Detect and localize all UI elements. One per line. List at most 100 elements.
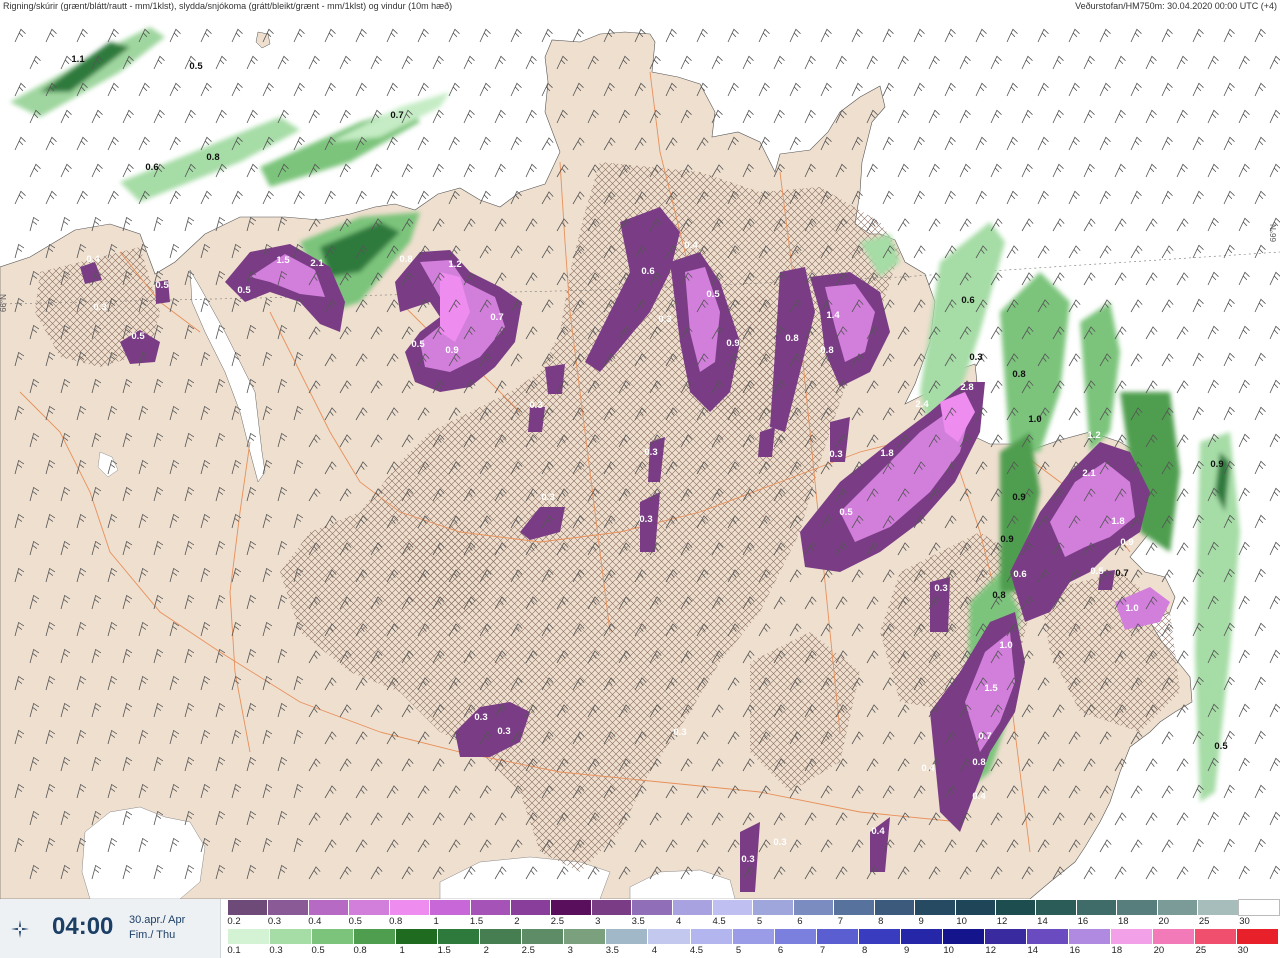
snow-swatch bbox=[1036, 900, 1077, 915]
snow-tick-label: 20 bbox=[1158, 916, 1170, 927]
snow-tick-label: 16 bbox=[1077, 916, 1089, 927]
precip-value-label: 1.2 bbox=[448, 259, 461, 270]
snow-swatch bbox=[955, 900, 997, 915]
precip-value-label: 0.8 bbox=[399, 254, 412, 265]
snow-swatch bbox=[915, 900, 956, 915]
precip-value-label: 0.7 bbox=[978, 731, 991, 742]
rain-swatch bbox=[606, 929, 649, 944]
time-panel: 04:00 30.apr./ Apr Fim./ Thu bbox=[0, 899, 221, 958]
rain-swatch bbox=[984, 929, 1027, 944]
snow-tick-label: 0.4 bbox=[308, 916, 322, 927]
snow-swatch bbox=[308, 900, 350, 915]
rain-swatch bbox=[396, 929, 439, 944]
precip-value-label: 2.4 bbox=[915, 399, 929, 410]
snow-swatch bbox=[430, 900, 471, 915]
precip-value-label: 0.6 bbox=[1013, 569, 1026, 580]
snow-tick-label: 10 bbox=[956, 916, 967, 927]
precip-value-label: 0.3 bbox=[644, 447, 657, 458]
rain-legend: 0.1 0.3 0.5 0.8 1 1.5 2 2.5 3 3.5 4 4.5 5 6 7 8 9 10 12 14 1… bbox=[227, 929, 1280, 957]
precip-value-label: 0.4 bbox=[921, 763, 935, 774]
rain-tick-label: 4 bbox=[651, 945, 658, 956]
snow-swatch bbox=[672, 900, 714, 915]
latitude-label: 66°N bbox=[0, 294, 8, 312]
bottom-panel: 04:00 30.apr./ Apr Fim./ Thu 0.2 0.3 0.4 0.… bbox=[0, 899, 1280, 958]
snow-swatch bbox=[1076, 900, 1118, 915]
snow-swatch bbox=[349, 900, 390, 915]
snow-tick-label: 0.5 bbox=[348, 916, 362, 927]
compass-spinner-icon[interactable] bbox=[8, 917, 32, 941]
snow-tick-label: 7 bbox=[837, 916, 843, 927]
precip-value-label: 0.6 bbox=[145, 162, 158, 173]
precip-value-label: 0.5 bbox=[839, 507, 853, 518]
header-bar: Rigning/skúrir (grænt/blátt/rautt - mm/1… bbox=[0, 0, 1280, 12]
snow-swatch bbox=[389, 900, 431, 915]
precip-value-label: 2.8 bbox=[960, 382, 973, 393]
precip-value-label: 0.3 bbox=[658, 314, 671, 325]
rain-swatch bbox=[312, 929, 355, 944]
rain-swatch bbox=[228, 929, 271, 944]
rain-tick-label: 6 bbox=[777, 945, 784, 956]
precip-value-label: 0.3 bbox=[639, 514, 652, 525]
rain-tick-label: 30 bbox=[1237, 945, 1249, 956]
snow-tick-label: 1 bbox=[433, 916, 439, 927]
precip-value-label: 0.9 bbox=[1120, 537, 1133, 548]
precip-value-label: 1.1 bbox=[71, 54, 85, 65]
precip-value-label: 0.5 bbox=[1090, 566, 1104, 577]
rain-tick-label: 18 bbox=[1111, 945, 1123, 956]
precip-value-label: 0.9 bbox=[445, 345, 458, 356]
precip-value-label: 0.9 bbox=[1210, 459, 1223, 470]
snow-swatch bbox=[1198, 900, 1239, 915]
snow-swatch bbox=[996, 900, 1037, 915]
forecast-date: 30.apr./ Apr Fim./ Thu bbox=[129, 913, 185, 943]
rain-swatch bbox=[816, 929, 859, 944]
rain-tick-label: 0.5 bbox=[311, 945, 325, 956]
snow-tick-label: 9 bbox=[918, 916, 924, 927]
snow-swatch bbox=[753, 900, 794, 915]
precip-value-label: 0.3 bbox=[773, 837, 786, 848]
precip-value-label: 0.3 bbox=[673, 727, 686, 738]
precip-value-label: 0.4 bbox=[871, 826, 885, 837]
rain-tick-label: 9 bbox=[903, 945, 910, 956]
precip-value-label: 0.3 bbox=[969, 352, 982, 363]
rain-tick-label: 0.3 bbox=[269, 945, 283, 956]
precip-value-label: 1.5 bbox=[276, 255, 290, 266]
precip-value-label: 0.4 bbox=[972, 791, 986, 802]
precip-value-label: 0.8 bbox=[972, 757, 985, 768]
rain-swatch bbox=[522, 929, 565, 944]
precip-value-label: 0.3 bbox=[934, 583, 947, 594]
rain-tick-label: 3 bbox=[567, 945, 573, 956]
rain-tick-label: 7 bbox=[819, 945, 826, 956]
rain-swatch bbox=[732, 929, 775, 944]
rain-tick-label: 0.8 bbox=[353, 945, 367, 956]
snow-swatch bbox=[834, 900, 875, 915]
rain-swatch bbox=[564, 929, 607, 944]
rain-tick-label: 2 bbox=[483, 945, 489, 956]
rain-swatch bbox=[858, 929, 901, 944]
snow-tick-label: 25 bbox=[1198, 916, 1210, 927]
rain-tick-label: 3.5 bbox=[605, 945, 619, 956]
precip-value-label: 0.7 bbox=[390, 110, 403, 121]
rain-tick-label: 25 bbox=[1195, 945, 1207, 956]
weather-map[interactable]: 1.1 0.5 0.7 0.8 0.6 0.4 0.5 0.3 0.5 1.5 2.1 0.5 1.2 0… bbox=[0, 12, 1280, 899]
precip-value-label: 0.3 bbox=[541, 492, 554, 503]
snow-legend-swatches bbox=[228, 899, 1280, 916]
rain-swatch bbox=[900, 929, 943, 944]
latitude-label-right: 66°N bbox=[1269, 224, 1278, 242]
precip-value-label: 0.8 bbox=[1012, 369, 1025, 380]
precip-value-label: 0.8 bbox=[785, 333, 798, 344]
rain-tick-label: 4.5 bbox=[689, 945, 704, 956]
snow-swatch bbox=[793, 900, 835, 915]
precip-value-label: 2.1 bbox=[310, 258, 324, 269]
snow-swatch bbox=[228, 900, 269, 915]
snow-tick-label: 0.3 bbox=[267, 916, 282, 927]
precip-value-label: 0.3 bbox=[741, 854, 754, 865]
rain-tick-label: 2.5 bbox=[521, 945, 535, 956]
snow-swatch bbox=[591, 900, 633, 915]
rain-swatch bbox=[438, 929, 481, 944]
precip-value-label: 0.5 bbox=[189, 61, 203, 72]
precip-value-label: 1.8 bbox=[1111, 516, 1124, 527]
rain-tick-label: 10 bbox=[943, 945, 954, 956]
rain-swatch bbox=[774, 929, 817, 944]
precip-value-label: 1.5 bbox=[984, 683, 998, 694]
snow-swatch bbox=[713, 900, 754, 915]
